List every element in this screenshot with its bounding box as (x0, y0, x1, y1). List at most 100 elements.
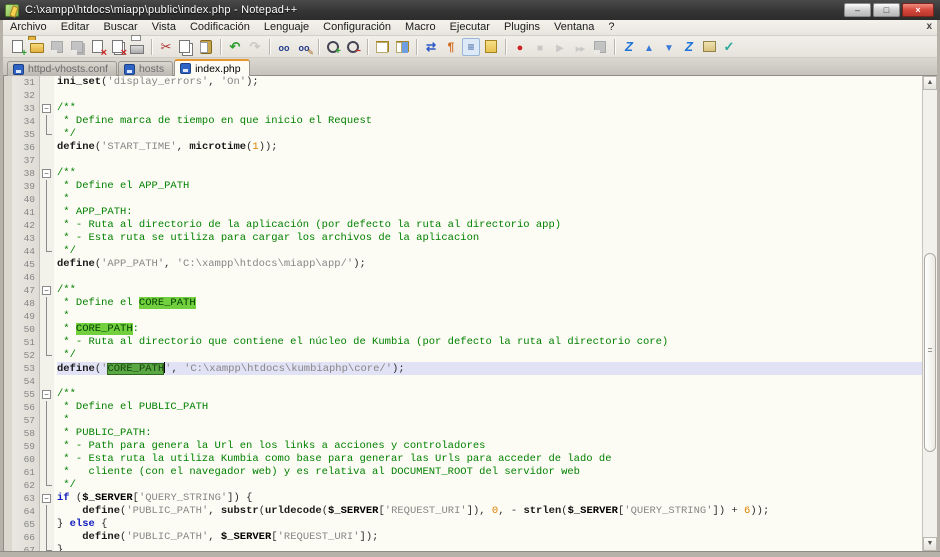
macro-stop-icon[interactable] (531, 38, 549, 56)
code-line[interactable]: * Define el CORE_PATH (57, 297, 937, 310)
code-line[interactable]: /** (57, 388, 937, 401)
menu-item-archivo[interactable]: Archivo (3, 20, 54, 35)
scroll-down-arrow-icon[interactable]: ▼ (923, 537, 937, 551)
fold-marker[interactable]: − (40, 388, 54, 401)
save-all-icon[interactable] (68, 38, 86, 56)
plugin-up-icon[interactable] (640, 38, 658, 56)
code-line[interactable]: * Define el APP_PATH (57, 180, 937, 193)
macro-run-multiple-icon[interactable] (571, 38, 589, 56)
code-line[interactable]: */ (57, 245, 937, 258)
menu-item-macro[interactable]: Macro (398, 20, 443, 35)
code-line[interactable] (57, 271, 937, 284)
menu-item-configuracin[interactable]: Configuración (316, 20, 398, 35)
new-file-icon[interactable] (8, 38, 26, 56)
fold-marker[interactable]: − (40, 167, 54, 180)
fold-marker[interactable]: − (40, 492, 54, 505)
code-line[interactable]: define('APP_PATH', 'C:\xampp\htdocs\miap… (57, 258, 937, 271)
code-line[interactable]: } else { (57, 518, 937, 531)
code-line[interactable]: * (57, 310, 937, 323)
menu-item-ventana[interactable]: Ventana (547, 20, 601, 35)
fold-margin[interactable]: − − − − − (40, 76, 54, 551)
code-line[interactable] (57, 89, 937, 102)
menu-item-ejecutar[interactable]: Ejecutar (443, 20, 497, 35)
code-line[interactable]: * (57, 414, 937, 427)
code-line[interactable]: define('CORE_PATH', 'C:\xampp\htdocs\kum… (57, 362, 937, 375)
restore-button[interactable]: □ (873, 3, 900, 17)
copy-icon[interactable] (177, 38, 195, 56)
macro-save-icon[interactable] (591, 38, 609, 56)
code-line[interactable]: /** (57, 167, 937, 180)
fold-marker[interactable]: − (40, 284, 54, 297)
show-all-characters-icon[interactable] (442, 38, 460, 56)
plugin-check-icon[interactable] (720, 38, 738, 56)
code-line[interactable]: * APP_PATH: (57, 206, 937, 219)
code-line[interactable]: * PUBLIC_PATH: (57, 427, 937, 440)
code-line[interactable]: */ (57, 349, 937, 362)
code-line[interactable]: define('PUBLIC_PATH', $_SERVER['REQUEST_… (57, 531, 937, 544)
scrollbar-thumb[interactable] (924, 253, 936, 452)
code-line[interactable]: */ (57, 479, 937, 492)
code-line[interactable]: * (57, 193, 937, 206)
menu-item-editar[interactable]: Editar (54, 20, 97, 35)
sync-horizontal-scroll-icon[interactable] (393, 38, 411, 56)
code-line[interactable]: define('START_TIME', microtime(1)); (57, 141, 937, 154)
menu-item-lenguaje[interactable]: Lenguaje (257, 20, 316, 35)
bookmark-margin[interactable] (4, 76, 12, 551)
menu-item-vista[interactable]: Vista (145, 20, 183, 35)
code-line[interactable]: ini_set('display_errors', 'On'); (57, 76, 937, 89)
close-file-icon[interactable] (88, 38, 106, 56)
open-file-icon[interactable] (28, 38, 46, 56)
paste-icon[interactable] (197, 38, 215, 56)
code-line[interactable]: * - Esta ruta se utiliza para cargar los… (57, 232, 937, 245)
macro-record-icon[interactable] (511, 38, 529, 56)
code-line[interactable]: } (57, 544, 937, 551)
tab-index.php[interactable]: index.php (174, 59, 250, 76)
undo-icon[interactable] (226, 38, 244, 56)
zoom-in-icon[interactable] (324, 38, 342, 56)
code-line[interactable]: * Define marca de tiempo en que inicio e… (57, 115, 937, 128)
code-line[interactable]: /** (57, 102, 937, 115)
sync-vertical-scroll-icon[interactable] (373, 38, 391, 56)
code-line[interactable] (57, 154, 937, 167)
code-line[interactable]: * CORE_PATH: (57, 323, 937, 336)
vertical-scrollbar[interactable]: ▲ ▼ (922, 76, 937, 551)
code-line[interactable]: define('PUBLIC_PATH', substr(urldecode($… (57, 505, 937, 518)
code-line[interactable]: * - Esta ruta la utiliza Kumbia como bas… (57, 453, 937, 466)
word-wrap-icon[interactable] (422, 38, 440, 56)
code-line[interactable] (57, 375, 937, 388)
code-view[interactable]: ini_set('display_errors', 'On'); /** * De… (54, 76, 937, 551)
find-icon[interactable] (275, 38, 293, 56)
print-icon[interactable] (128, 38, 146, 56)
scroll-up-arrow-icon[interactable]: ▲ (923, 76, 937, 90)
redo-icon[interactable] (246, 38, 264, 56)
title-bar[interactable]: C:\xampp\htdocs\miapp\public\index.php -… (0, 0, 940, 20)
minimize-button[interactable]: – (844, 3, 871, 17)
code-line[interactable]: * Define el PUBLIC_PATH (57, 401, 937, 414)
plugin-sort-desc-icon[interactable] (680, 38, 698, 56)
code-line[interactable]: * - Path para genera la Url en los links… (57, 440, 937, 453)
code-line[interactable]: * - Ruta al directorio que contiene el n… (57, 336, 937, 349)
tab-hosts[interactable]: hosts (118, 61, 173, 76)
zoom-out-icon[interactable] (344, 38, 362, 56)
code-line[interactable]: * - Ruta al directorio de la aplicación … (57, 219, 937, 232)
code-line[interactable]: if ($_SERVER['QUERY_STRING']) { (57, 492, 937, 505)
menu-item-buscar[interactable]: Buscar (96, 20, 144, 35)
replace-icon[interactable] (295, 38, 313, 56)
macro-play-icon[interactable] (551, 38, 569, 56)
menu-close-icon[interactable]: x (926, 21, 932, 32)
tab-httpd-vhosts.conf[interactable]: httpd-vhosts.conf (7, 61, 117, 76)
close-all-icon[interactable] (108, 38, 126, 56)
menu-item-codificacin[interactable]: Codificación (183, 20, 257, 35)
menu-item-?[interactable]: ? (601, 20, 621, 35)
save-icon[interactable] (48, 38, 66, 56)
plugin-doc-icon[interactable] (700, 38, 718, 56)
cut-icon[interactable] (157, 38, 175, 56)
fold-marker[interactable]: − (40, 102, 54, 115)
plugin-down-icon[interactable] (660, 38, 678, 56)
plugin-sort-asc-icon[interactable] (620, 38, 638, 56)
code-line[interactable]: /** (57, 284, 937, 297)
code-line[interactable]: */ (57, 128, 937, 141)
code-line[interactable]: * cliente (con el navegador web) y es re… (57, 466, 937, 479)
close-button[interactable]: × (902, 3, 934, 17)
menu-item-plugins[interactable]: Plugins (497, 20, 547, 35)
